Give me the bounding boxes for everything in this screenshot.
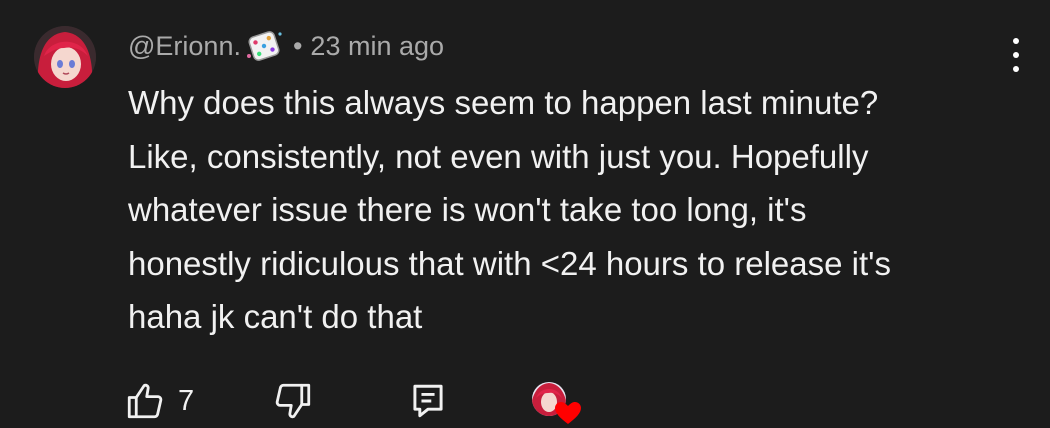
more-vert-icon[interactable] xyxy=(1006,38,1026,72)
dice-badge-icon xyxy=(243,26,285,66)
comment: @Erionn. • 23 min ago Why does this alwa… xyxy=(0,0,1050,428)
like-count: 7 xyxy=(178,384,195,417)
author-avatar[interactable] xyxy=(34,26,96,88)
thumbs-up-icon xyxy=(127,383,163,419)
comment-text-line: honestly ridiculous that with <24 hours … xyxy=(128,244,891,282)
comment-text-line: haha jk can't do that xyxy=(128,298,423,335)
thumbs-down-icon xyxy=(275,383,311,419)
comment-text-line: Like, consistently, not even with just y… xyxy=(128,137,869,175)
reply-icon xyxy=(413,384,443,418)
creator-heart-icon xyxy=(528,378,582,426)
comment-header: @Erionn. • 23 min ago xyxy=(128,26,444,66)
comment-actions: 7 xyxy=(124,378,604,424)
comment-text: Why does this always seem to happen last… xyxy=(128,76,1008,344)
author-name[interactable]: @Erionn. xyxy=(128,31,241,62)
like-button[interactable]: 7 xyxy=(124,378,194,424)
comment-text-line: whatever issue there is won't take too l… xyxy=(128,191,807,228)
dislike-button[interactable] xyxy=(272,378,314,424)
comment-text-line: Why does this always seem to happen last… xyxy=(128,84,879,121)
comment-timestamp[interactable]: 23 min ago xyxy=(310,31,444,62)
reply-button[interactable] xyxy=(410,378,446,424)
meta-separator: • xyxy=(292,30,303,61)
